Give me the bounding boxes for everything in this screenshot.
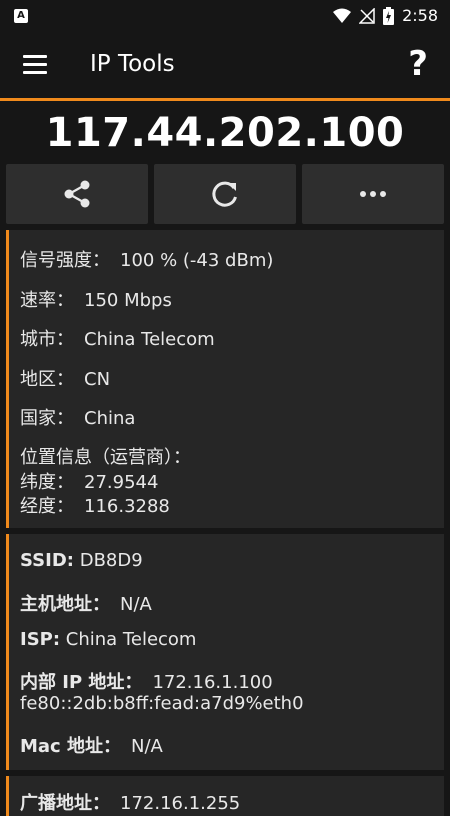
mac-label: Mac 地址： bbox=[20, 736, 121, 757]
menu-icon[interactable] bbox=[23, 55, 47, 75]
region-label: 地区： bbox=[20, 369, 74, 390]
internal-ip-row: 内部 IP 地址： 172.16.1.100 bbox=[20, 668, 273, 694]
broadcast-label: 广播地址： bbox=[20, 793, 110, 814]
battery-icon bbox=[383, 6, 395, 25]
longitude-value: 116.3288 bbox=[84, 496, 170, 517]
latitude-value: 27.9544 bbox=[84, 472, 159, 493]
ssid-label: SSID: bbox=[20, 550, 74, 571]
isp-label: ISP: bbox=[20, 629, 61, 650]
refresh-button[interactable] bbox=[154, 164, 296, 224]
help-icon[interactable]: ? bbox=[408, 44, 428, 84]
host-row: 主机地址： N/A bbox=[20, 590, 152, 616]
internal-ip-label: 内部 IP 地址： bbox=[20, 672, 143, 693]
more-button[interactable] bbox=[302, 164, 444, 224]
ipv6-value: fe80::2db:b8ff:fead:a7d9%eth0 bbox=[20, 693, 304, 714]
share-icon bbox=[64, 180, 90, 208]
latitude-row: 纬度： 27.9544 bbox=[20, 468, 158, 494]
country-label: 国家： bbox=[20, 408, 74, 429]
signal-icon bbox=[359, 7, 375, 24]
action-bar bbox=[6, 164, 444, 224]
mac-value: N/A bbox=[131, 736, 163, 757]
signal-value: 100 % (-43 dBm) bbox=[120, 250, 274, 271]
host-value: N/A bbox=[120, 594, 152, 615]
host-label: 主机地址： bbox=[20, 594, 110, 615]
isp-value: China Telecom bbox=[65, 629, 197, 650]
region-row: 地区： CN bbox=[20, 365, 110, 391]
status-time: 2:58 bbox=[402, 6, 438, 25]
rate-value: 150 Mbps bbox=[84, 290, 172, 311]
internal-ip-value: 172.16.1.100 bbox=[152, 672, 273, 693]
ssid-row: SSID: DB8D9 bbox=[20, 550, 143, 571]
wifi-icon bbox=[333, 8, 352, 23]
ssid-value: DB8D9 bbox=[79, 550, 143, 571]
city-row: 城市： China Telecom bbox=[20, 325, 215, 351]
latitude-label: 纬度： bbox=[20, 472, 74, 493]
public-ip-address: 117.44.202.100 bbox=[45, 110, 405, 156]
isp-row: ISP: China Telecom bbox=[20, 629, 196, 650]
longitude-row: 经度： 116.3288 bbox=[20, 492, 170, 518]
share-button[interactable] bbox=[6, 164, 148, 224]
broadcast-info-card: 广播地址： 172.16.1.255 bbox=[6, 776, 444, 816]
app-notification-icon: A bbox=[14, 9, 28, 23]
refresh-icon bbox=[212, 181, 237, 207]
region-value: CN bbox=[84, 369, 111, 390]
broadcast-value: 172.16.1.255 bbox=[120, 793, 241, 814]
network-info-card: 信号强度： 100 % (-43 dBm) 速率： 150 Mbps 城市： Chin… bbox=[6, 230, 444, 528]
city-value: China Telecom bbox=[84, 329, 215, 350]
mac-row: Mac 地址： N/A bbox=[20, 732, 163, 758]
location-label: 位置信息（运营商）： bbox=[20, 447, 191, 468]
country-row: 国家： China bbox=[20, 404, 135, 430]
rate-label: 速率： bbox=[20, 290, 74, 311]
app-title: IP Tools bbox=[90, 51, 175, 77]
connection-info-card: SSID: DB8D9 主机地址： N/A ISP: China Telecom … bbox=[6, 534, 444, 770]
more-icon bbox=[360, 191, 386, 197]
app-bar: IP Tools ? bbox=[0, 32, 450, 101]
country-value: China bbox=[84, 408, 136, 429]
signal-row: 信号强度： 100 % (-43 dBm) bbox=[20, 246, 273, 272]
city-label: 城市： bbox=[20, 329, 74, 350]
longitude-label: 经度： bbox=[20, 496, 74, 517]
signal-label: 信号强度： bbox=[20, 250, 110, 271]
status-bar: A 2:58 bbox=[0, 0, 450, 32]
rate-row: 速率： 150 Mbps bbox=[20, 286, 172, 312]
broadcast-row: 广播地址： 172.16.1.255 bbox=[20, 789, 240, 815]
